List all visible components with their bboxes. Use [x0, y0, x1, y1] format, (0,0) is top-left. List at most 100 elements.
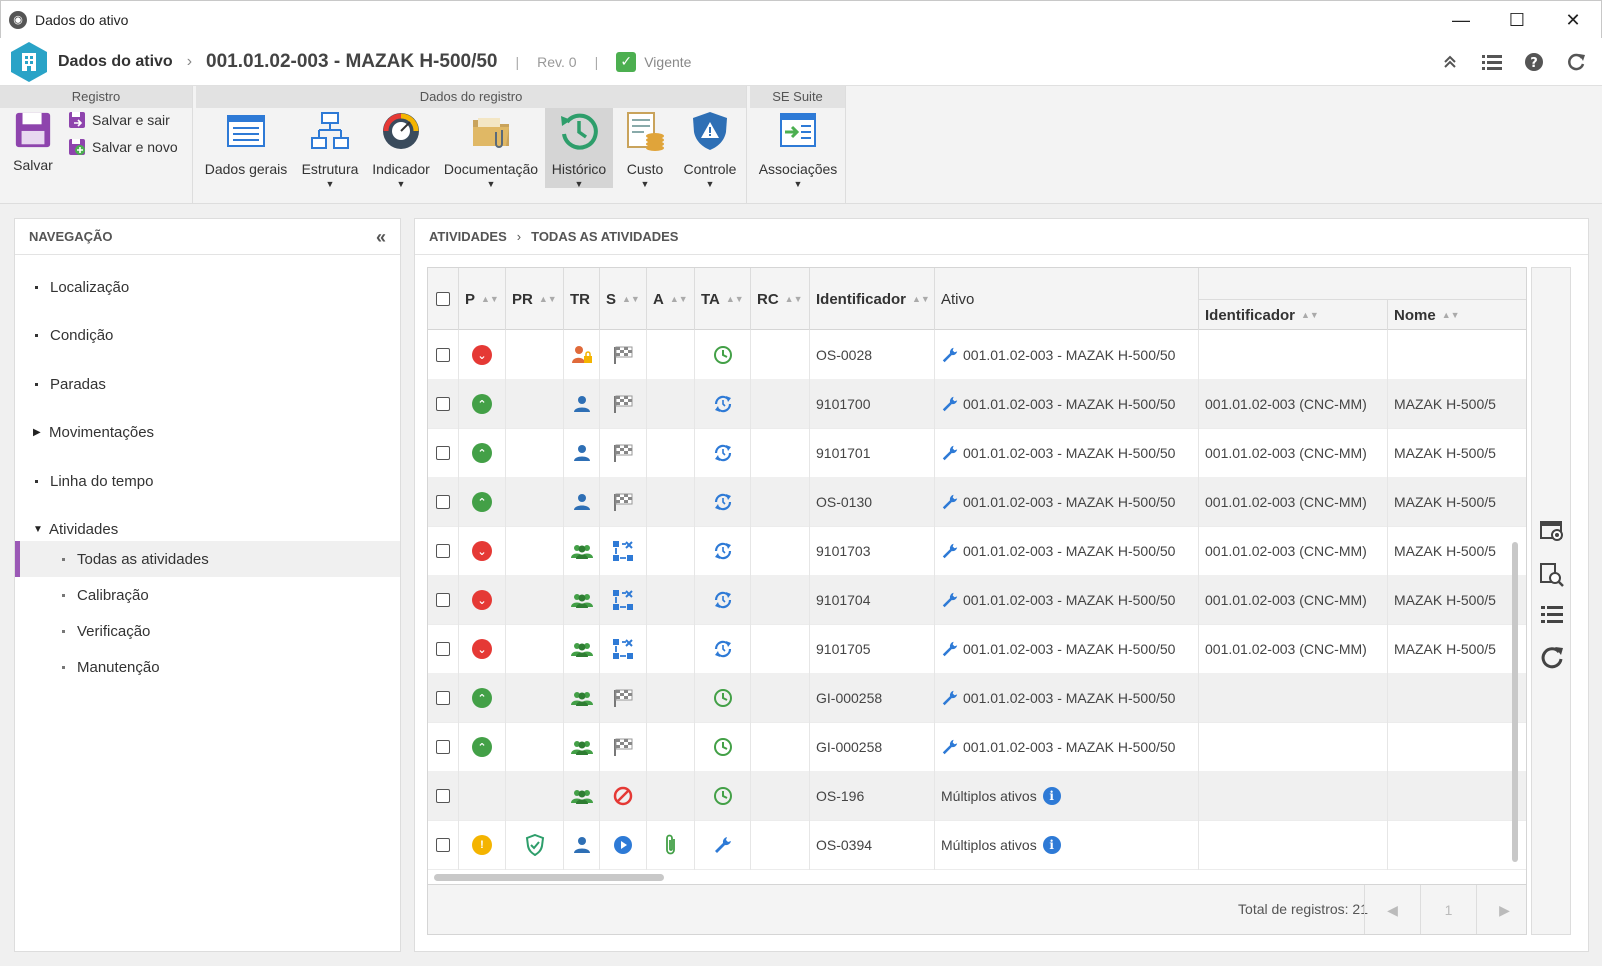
- table-row[interactable]: ! OS-0394 Múltiplos ativos i: [428, 820, 1526, 870]
- table-row[interactable]: ⌃ GI-000258 001.01.02-003 - MAZAK H-500/50: [428, 722, 1526, 772]
- info-icon[interactable]: i: [1042, 836, 1061, 854]
- documentacao-button[interactable]: Documentação ▼: [440, 110, 542, 189]
- column-tr[interactable]: TR: [564, 268, 600, 330]
- nav-item-paradas[interactable]: Paradas: [15, 366, 400, 402]
- table-row[interactable]: ⌄ 9101705 001.01.02-003 - MAZAK H-500/50 00…: [428, 624, 1526, 674]
- nav-item-verificacao[interactable]: Verificação: [15, 613, 400, 649]
- checkered-flag-icon: [614, 493, 633, 511]
- clock-icon: [713, 346, 732, 364]
- breadcrumb-atividades[interactable]: ATIVIDADES: [429, 229, 507, 244]
- table-cell: [564, 575, 600, 625]
- save-button[interactable]: Salvar: [8, 110, 58, 173]
- clock-icon: [713, 738, 732, 756]
- prev-page-icon[interactable]: ◀: [1364, 885, 1420, 934]
- row-checkbox[interactable]: [436, 397, 450, 411]
- nav-item-manutencao[interactable]: Manutenção: [15, 649, 400, 685]
- window-title: Dados do ativo: [35, 11, 129, 28]
- column-identificador[interactable]: Identificador ▲▼: [810, 268, 935, 330]
- row-checkbox[interactable]: [436, 544, 450, 558]
- list-icon[interactable]: [1480, 50, 1504, 74]
- row-checkbox[interactable]: [436, 593, 450, 607]
- section-title[interactable]: Dados do ativo: [58, 53, 173, 71]
- next-page-icon[interactable]: ▶: [1476, 885, 1526, 934]
- nav-item-movimentacoes[interactable]: ▶ Movimentações: [15, 414, 400, 450]
- activity-identifier: OS-0028: [816, 347, 873, 363]
- info-icon[interactable]: i: [1042, 787, 1061, 805]
- custo-button[interactable]: Custo ▼: [620, 110, 670, 189]
- column-rc[interactable]: RC ▲▼: [751, 268, 810, 330]
- row-checkbox[interactable]: [436, 789, 450, 803]
- nav-item-localizacao[interactable]: Localização: [15, 269, 400, 305]
- nav-item-todas-atividades[interactable]: Todas as atividades: [15, 541, 400, 577]
- recurring-icon: [714, 591, 731, 609]
- page-number[interactable]: 1: [1420, 885, 1476, 934]
- vertical-scrollbar[interactable]: [1512, 542, 1518, 862]
- table-row[interactable]: ⌃ GI-000258 001.01.02-003 - MAZAK H-500/50: [428, 673, 1526, 723]
- column-ta[interactable]: TA ▲▼: [695, 268, 751, 330]
- column-pr[interactable]: PR ▲▼: [506, 268, 564, 330]
- caret-down-icon: ▼: [705, 179, 715, 189]
- save-new-button[interactable]: Salvar e novo: [68, 138, 178, 156]
- asset-name: 001.01.02-003 - MAZAK H-500/50: [963, 592, 1176, 608]
- table-row[interactable]: ⌄ OS-0028 001.01.02-003 - MAZAK H-500/50: [428, 330, 1526, 380]
- select-all-checkbox[interactable]: [436, 292, 450, 306]
- navigation-panel: NAVEGAÇÃO « Localização Condição Paradas…: [14, 218, 401, 952]
- triangle-right-icon[interactable]: ▶: [33, 427, 41, 438]
- collapse-up-icon[interactable]: [1438, 50, 1462, 74]
- estrutura-button[interactable]: Estrutura ▼: [298, 110, 362, 189]
- row-checkbox[interactable]: [436, 740, 450, 754]
- nav-item-linha-do-tempo[interactable]: Linha do tempo: [15, 463, 400, 499]
- table-cell: [564, 428, 600, 478]
- controle-button[interactable]: Controle ▼: [680, 110, 740, 189]
- maximize-button[interactable]: ☐: [1489, 1, 1545, 39]
- table-cell: [600, 477, 647, 527]
- minimize-button[interactable]: —: [1433, 1, 1489, 39]
- nav-item-condicao[interactable]: Condição: [15, 317, 400, 353]
- nav-item-calibracao[interactable]: Calibração: [15, 577, 400, 613]
- dados-gerais-button[interactable]: Dados gerais: [204, 110, 288, 177]
- history-clock-icon: [561, 113, 598, 150]
- indicador-button[interactable]: Indicador ▼: [370, 110, 432, 189]
- column-ativo[interactable]: Ativo: [935, 268, 1199, 330]
- close-button[interactable]: ✕: [1545, 1, 1601, 39]
- column-s[interactable]: S ▲▼: [600, 268, 647, 330]
- triangle-down-icon[interactable]: ▼: [33, 524, 43, 535]
- column-p[interactable]: P ▲▼: [459, 268, 506, 330]
- view-record-icon[interactable]: [1539, 518, 1565, 544]
- asset-name: Múltiplos ativos: [941, 788, 1037, 804]
- row-checkbox[interactable]: [436, 495, 450, 509]
- column-asset-identificador[interactable]: Identificador ▲▼: [1199, 299, 1388, 330]
- user-group-icon: [570, 643, 593, 657]
- table-cell: [647, 722, 695, 772]
- row-checkbox[interactable]: [436, 642, 450, 656]
- list-options-icon[interactable]: [1539, 602, 1565, 628]
- paperclip-icon: [665, 834, 675, 855]
- historico-button[interactable]: Histórico ▼: [545, 108, 613, 189]
- table-cell: [695, 624, 751, 674]
- table-cell: [428, 477, 459, 527]
- search-record-icon[interactable]: [1539, 562, 1565, 588]
- table-row[interactable]: ⌃ OS-0130 001.01.02-003 - MAZAK H-500/50 00…: [428, 477, 1526, 527]
- table-row[interactable]: OS-196 Múltiplos ativos i: [428, 771, 1526, 821]
- help-icon[interactable]: ?: [1522, 50, 1546, 74]
- collapse-panel-icon[interactable]: «: [376, 227, 386, 248]
- user-icon: [573, 837, 590, 853]
- table-row[interactable]: ⌄ 9101704 001.01.02-003 - MAZAK H-500/50 00…: [428, 575, 1526, 625]
- asset-name: 001.01.02-003 - MAZAK H-500/50: [963, 396, 1176, 412]
- save-exit-button[interactable]: Salvar e sair: [68, 111, 170, 129]
- refresh-grid-icon[interactable]: [1539, 644, 1565, 670]
- horizontal-scrollbar[interactable]: [434, 874, 664, 881]
- refresh-icon[interactable]: [1564, 50, 1588, 74]
- table-cell: 9101701: [810, 428, 935, 478]
- row-checkbox[interactable]: [436, 838, 450, 852]
- row-checkbox[interactable]: [436, 348, 450, 362]
- row-checkbox[interactable]: [436, 446, 450, 460]
- associacoes-button[interactable]: Associações ▼: [754, 110, 842, 189]
- table-row[interactable]: ⌃ 9101701 001.01.02-003 - MAZAK H-500/50 00…: [428, 428, 1526, 478]
- table-row[interactable]: ⌃ 9101700 001.01.02-003 - MAZAK H-500/50 00…: [428, 379, 1526, 429]
- row-checkbox[interactable]: [436, 691, 450, 705]
- column-a[interactable]: A ▲▼: [647, 268, 695, 330]
- column-nome[interactable]: Nome ▲▼: [1388, 299, 1526, 330]
- table-cell: [647, 575, 695, 625]
- table-row[interactable]: ⌄ 9101703 001.01.02-003 - MAZAK H-500/50 00…: [428, 526, 1526, 576]
